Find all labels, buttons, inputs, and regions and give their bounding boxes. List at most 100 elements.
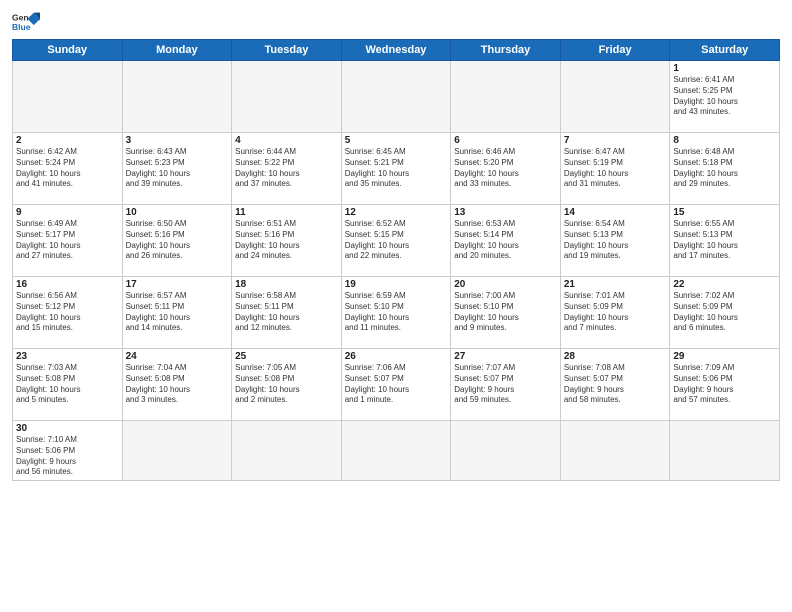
calendar-cell: 3Sunrise: 6:43 AM Sunset: 5:23 PM Daylig… (122, 133, 232, 205)
day-number: 1 (673, 63, 776, 74)
day-info: Sunrise: 7:08 AM Sunset: 5:07 PM Dayligh… (564, 363, 667, 406)
calendar-cell (560, 421, 670, 481)
calendar-cell: 7Sunrise: 6:47 AM Sunset: 5:19 PM Daylig… (560, 133, 670, 205)
calendar-header: SundayMondayTuesdayWednesdayThursdayFrid… (13, 40, 780, 61)
logo-icon: General Blue (12, 11, 40, 33)
day-info: Sunrise: 6:46 AM Sunset: 5:20 PM Dayligh… (454, 147, 557, 190)
calendar-cell (341, 421, 451, 481)
calendar-cell: 12Sunrise: 6:52 AM Sunset: 5:15 PM Dayli… (341, 205, 451, 277)
day-number: 10 (126, 207, 229, 218)
calendar-cell (670, 421, 780, 481)
day-number: 16 (16, 279, 119, 290)
day-number: 4 (235, 135, 338, 146)
weekday-header-tuesday: Tuesday (232, 40, 342, 61)
calendar-week-4: 23Sunrise: 7:03 AM Sunset: 5:08 PM Dayli… (13, 349, 780, 421)
day-info: Sunrise: 6:59 AM Sunset: 5:10 PM Dayligh… (345, 291, 448, 334)
day-info: Sunrise: 6:54 AM Sunset: 5:13 PM Dayligh… (564, 219, 667, 262)
day-info: Sunrise: 7:07 AM Sunset: 5:07 PM Dayligh… (454, 363, 557, 406)
day-number: 29 (673, 351, 776, 362)
calendar-cell: 8Sunrise: 6:48 AM Sunset: 5:18 PM Daylig… (670, 133, 780, 205)
page: General Blue SundayMondayTuesdayWednesda… (0, 0, 792, 612)
calendar-table: SundayMondayTuesdayWednesdayThursdayFrid… (12, 39, 780, 481)
calendar-cell (13, 61, 123, 133)
weekday-row: SundayMondayTuesdayWednesdayThursdayFrid… (13, 40, 780, 61)
calendar-cell: 15Sunrise: 6:55 AM Sunset: 5:13 PM Dayli… (670, 205, 780, 277)
day-info: Sunrise: 7:03 AM Sunset: 5:08 PM Dayligh… (16, 363, 119, 406)
calendar-cell: 16Sunrise: 6:56 AM Sunset: 5:12 PM Dayli… (13, 277, 123, 349)
day-number: 30 (16, 423, 119, 434)
day-info: Sunrise: 6:53 AM Sunset: 5:14 PM Dayligh… (454, 219, 557, 262)
calendar-cell: 25Sunrise: 7:05 AM Sunset: 5:08 PM Dayli… (232, 349, 342, 421)
calendar-cell (451, 61, 561, 133)
calendar-cell: 5Sunrise: 6:45 AM Sunset: 5:21 PM Daylig… (341, 133, 451, 205)
calendar-cell: 2Sunrise: 6:42 AM Sunset: 5:24 PM Daylig… (13, 133, 123, 205)
day-number: 13 (454, 207, 557, 218)
calendar-cell: 23Sunrise: 7:03 AM Sunset: 5:08 PM Dayli… (13, 349, 123, 421)
day-info: Sunrise: 7:06 AM Sunset: 5:07 PM Dayligh… (345, 363, 448, 406)
weekday-header-thursday: Thursday (451, 40, 561, 61)
day-info: Sunrise: 6:57 AM Sunset: 5:11 PM Dayligh… (126, 291, 229, 334)
day-info: Sunrise: 6:58 AM Sunset: 5:11 PM Dayligh… (235, 291, 338, 334)
calendar-body: 1Sunrise: 6:41 AM Sunset: 5:25 PM Daylig… (13, 61, 780, 481)
calendar-cell: 26Sunrise: 7:06 AM Sunset: 5:07 PM Dayli… (341, 349, 451, 421)
calendar-cell: 1Sunrise: 6:41 AM Sunset: 5:25 PM Daylig… (670, 61, 780, 133)
day-info: Sunrise: 6:52 AM Sunset: 5:15 PM Dayligh… (345, 219, 448, 262)
calendar-cell: 11Sunrise: 6:51 AM Sunset: 5:16 PM Dayli… (232, 205, 342, 277)
day-number: 15 (673, 207, 776, 218)
calendar-cell: 24Sunrise: 7:04 AM Sunset: 5:08 PM Dayli… (122, 349, 232, 421)
weekday-header-wednesday: Wednesday (341, 40, 451, 61)
calendar-cell (232, 421, 342, 481)
svg-text:Blue: Blue (12, 22, 31, 32)
day-number: 25 (235, 351, 338, 362)
calendar-cell: 30Sunrise: 7:10 AM Sunset: 5:06 PM Dayli… (13, 421, 123, 481)
calendar-cell: 10Sunrise: 6:50 AM Sunset: 5:16 PM Dayli… (122, 205, 232, 277)
day-number: 26 (345, 351, 448, 362)
calendar-cell: 27Sunrise: 7:07 AM Sunset: 5:07 PM Dayli… (451, 349, 561, 421)
calendar-week-5: 30Sunrise: 7:10 AM Sunset: 5:06 PM Dayli… (13, 421, 780, 481)
calendar-week-0: 1Sunrise: 6:41 AM Sunset: 5:25 PM Daylig… (13, 61, 780, 133)
calendar-cell: 4Sunrise: 6:44 AM Sunset: 5:22 PM Daylig… (232, 133, 342, 205)
day-info: Sunrise: 6:50 AM Sunset: 5:16 PM Dayligh… (126, 219, 229, 262)
day-number: 27 (454, 351, 557, 362)
day-number: 14 (564, 207, 667, 218)
calendar-cell: 28Sunrise: 7:08 AM Sunset: 5:07 PM Dayli… (560, 349, 670, 421)
day-number: 18 (235, 279, 338, 290)
calendar-cell: 29Sunrise: 7:09 AM Sunset: 5:06 PM Dayli… (670, 349, 780, 421)
day-info: Sunrise: 6:51 AM Sunset: 5:16 PM Dayligh… (235, 219, 338, 262)
calendar-week-1: 2Sunrise: 6:42 AM Sunset: 5:24 PM Daylig… (13, 133, 780, 205)
weekday-header-sunday: Sunday (13, 40, 123, 61)
day-info: Sunrise: 6:44 AM Sunset: 5:22 PM Dayligh… (235, 147, 338, 190)
day-number: 6 (454, 135, 557, 146)
day-info: Sunrise: 6:42 AM Sunset: 5:24 PM Dayligh… (16, 147, 119, 190)
day-number: 12 (345, 207, 448, 218)
day-info: Sunrise: 7:09 AM Sunset: 5:06 PM Dayligh… (673, 363, 776, 406)
calendar-cell: 17Sunrise: 6:57 AM Sunset: 5:11 PM Dayli… (122, 277, 232, 349)
calendar-cell: 9Sunrise: 6:49 AM Sunset: 5:17 PM Daylig… (13, 205, 123, 277)
day-info: Sunrise: 6:55 AM Sunset: 5:13 PM Dayligh… (673, 219, 776, 262)
day-info: Sunrise: 7:04 AM Sunset: 5:08 PM Dayligh… (126, 363, 229, 406)
day-number: 2 (16, 135, 119, 146)
weekday-header-friday: Friday (560, 40, 670, 61)
calendar-cell: 13Sunrise: 6:53 AM Sunset: 5:14 PM Dayli… (451, 205, 561, 277)
day-number: 9 (16, 207, 119, 218)
calendar-cell: 22Sunrise: 7:02 AM Sunset: 5:09 PM Dayli… (670, 277, 780, 349)
calendar-week-3: 16Sunrise: 6:56 AM Sunset: 5:12 PM Dayli… (13, 277, 780, 349)
calendar-cell: 6Sunrise: 6:46 AM Sunset: 5:20 PM Daylig… (451, 133, 561, 205)
day-number: 8 (673, 135, 776, 146)
day-info: Sunrise: 7:05 AM Sunset: 5:08 PM Dayligh… (235, 363, 338, 406)
day-info: Sunrise: 6:49 AM Sunset: 5:17 PM Dayligh… (16, 219, 119, 262)
day-info: Sunrise: 7:01 AM Sunset: 5:09 PM Dayligh… (564, 291, 667, 334)
weekday-header-monday: Monday (122, 40, 232, 61)
header: General Blue (12, 10, 780, 33)
day-number: 7 (564, 135, 667, 146)
calendar-cell (560, 61, 670, 133)
calendar-cell (341, 61, 451, 133)
day-info: Sunrise: 7:00 AM Sunset: 5:10 PM Dayligh… (454, 291, 557, 334)
day-number: 22 (673, 279, 776, 290)
calendar-cell (451, 421, 561, 481)
day-number: 3 (126, 135, 229, 146)
day-number: 24 (126, 351, 229, 362)
day-info: Sunrise: 6:41 AM Sunset: 5:25 PM Dayligh… (673, 75, 776, 118)
calendar-week-2: 9Sunrise: 6:49 AM Sunset: 5:17 PM Daylig… (13, 205, 780, 277)
day-info: Sunrise: 6:43 AM Sunset: 5:23 PM Dayligh… (126, 147, 229, 190)
